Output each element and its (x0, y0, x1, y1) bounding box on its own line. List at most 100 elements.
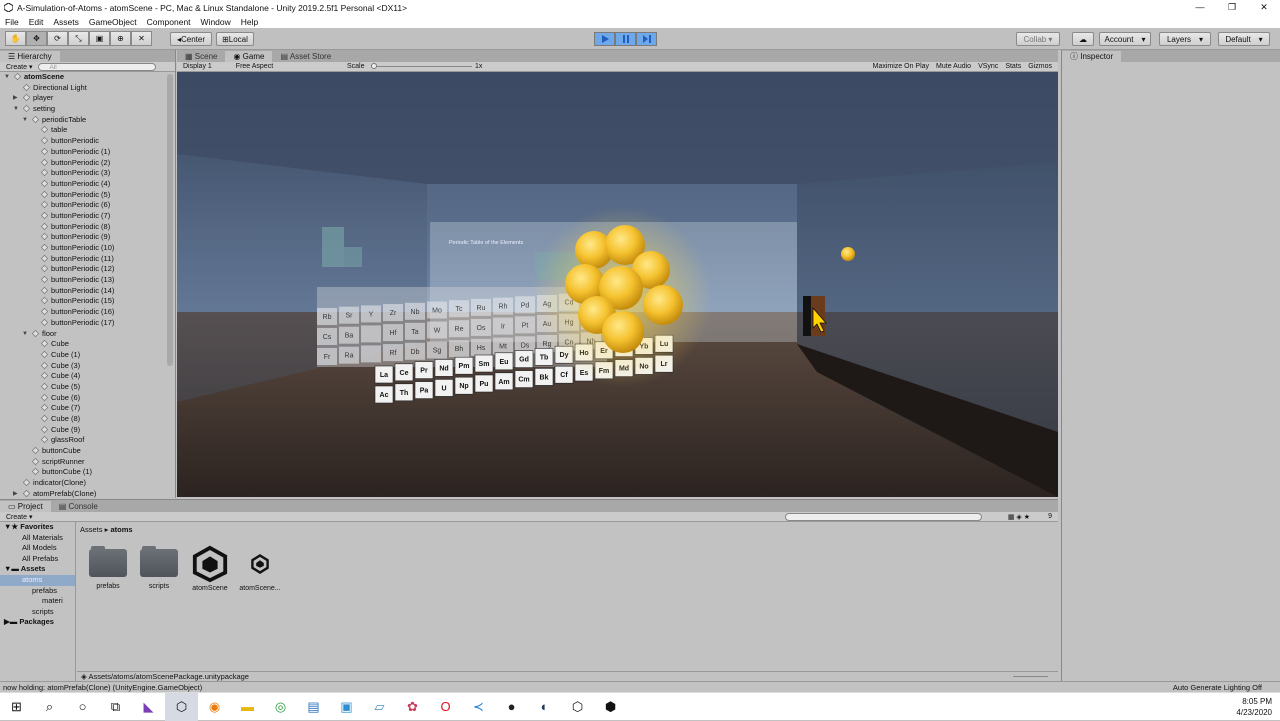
chrome-icon[interactable]: ◎ (264, 693, 297, 721)
menu-gameobject[interactable]: GameObject (84, 17, 142, 27)
hierarchy-item[interactable]: buttonPeriodic (7) (0, 211, 175, 222)
hierarchy-item[interactable]: buttonPeriodic (12) (0, 264, 175, 275)
cloud-button[interactable]: ☁ (1072, 32, 1094, 46)
hierarchy-tab[interactable]: ☰ Hierarchy (0, 51, 60, 62)
hierarchy-item[interactable]: Cube (0, 339, 175, 350)
collapse-arrow-icon[interactable]: ▶ (13, 489, 18, 500)
hierarchy-item[interactable]: buttonPeriodic (3) (0, 168, 175, 179)
close-button[interactable]: ✕ (1248, 0, 1280, 15)
gizmos-toggle[interactable]: Gizmos (1028, 63, 1052, 70)
explorer-window-icon[interactable]: ▤ (297, 693, 330, 721)
task-view-icon[interactable]: ⧉ (99, 693, 132, 721)
hierarchy-item[interactable]: indicator(Clone) (0, 478, 175, 489)
display-dropdown[interactable]: Display 1 (177, 63, 218, 70)
hierarchy-item[interactable]: ▼ atomScene (0, 72, 175, 83)
hierarchy-item[interactable]: Cube (3) (0, 361, 175, 372)
menu-assets[interactable]: Assets (48, 17, 84, 27)
folder-scripts[interactable]: scripts (0, 607, 75, 618)
asset-scripts[interactable]: scripts (134, 545, 184, 590)
folder-materials[interactable]: materi (0, 596, 75, 607)
space-local-toggle[interactable]: ⊞ Local (216, 32, 254, 46)
game-viewport[interactable]: RbSrYZrNbMoTcRuRhPdAgCdInCsBaHfTaWReOsIr… (177, 72, 1058, 497)
hierarchy-item[interactable]: buttonPeriodic (5) (0, 190, 175, 201)
menu-component[interactable]: Component (142, 17, 196, 27)
rotate-tool-icon[interactable]: ⟳ (47, 31, 68, 46)
hierarchy-item[interactable]: buttonPeriodic (10) (0, 243, 175, 254)
minimize-button[interactable]: — (1184, 0, 1216, 15)
hierarchy-item[interactable]: buttonPeriodic (11) (0, 254, 175, 265)
favorite-item[interactable]: All Models (0, 543, 75, 554)
tab-project[interactable]: ▭ Project (0, 501, 51, 512)
stats-toggle[interactable]: Stats (1005, 63, 1021, 70)
project-search-input[interactable] (785, 512, 982, 521)
hierarchy-create-button[interactable]: Create ▾ (0, 63, 38, 71)
hierarchy-item[interactable]: Cube (8) (0, 414, 175, 425)
hierarchy-item[interactable]: buttonPeriodic (17) (0, 318, 175, 329)
scale-tool-icon[interactable]: ⤡ (68, 31, 89, 46)
pivot-center-toggle[interactable]: ◂ Center (170, 32, 212, 46)
layout-dropdown[interactable]: Default ▾ (1218, 32, 1270, 46)
asset-atomscene[interactable]: atomScene (185, 545, 235, 592)
menu-edit[interactable]: Edit (24, 17, 49, 27)
hierarchy-item[interactable]: buttonPeriodic (16) (0, 307, 175, 318)
hierarchy-item[interactable]: buttonPeriodic (8) (0, 222, 175, 233)
breadcrumb-assets[interactable]: Assets (80, 525, 103, 534)
pause-button[interactable] (615, 32, 636, 46)
menu-file[interactable]: File (0, 17, 24, 27)
steam-icon[interactable]: ◐ (528, 693, 561, 721)
packages-header[interactable]: ▶▬ Packages (0, 617, 75, 628)
collab-dropdown[interactable]: Collab ▾ (1016, 32, 1060, 46)
play-button[interactable] (594, 32, 615, 46)
hierarchy-item[interactable]: Cube (4) (0, 371, 175, 382)
hierarchy-item[interactable]: buttonPeriodic (13) (0, 275, 175, 286)
menu-window[interactable]: Window (196, 17, 236, 27)
hierarchy-item[interactable]: buttonPeriodic (6) (0, 200, 175, 211)
collapse-arrow-icon[interactable]: ▶ (13, 93, 18, 104)
vscode-icon[interactable]: ≺ (462, 693, 495, 721)
visual-studio-icon[interactable]: ◣ (132, 693, 165, 721)
step-button[interactable] (636, 32, 657, 46)
unity-icon[interactable]: ⬡ (165, 692, 198, 721)
hierarchy-item[interactable]: Directional Light (0, 83, 175, 94)
transform-tool-icon[interactable]: ⊕ (110, 31, 131, 46)
hierarchy-item[interactable]: scriptRunner (0, 457, 175, 468)
windows-start-icon[interactable]: ⊞ (0, 693, 33, 721)
breadcrumb-atoms[interactable]: atoms (110, 525, 132, 534)
cortana-icon[interactable]: ○ (66, 693, 99, 721)
custom-tool-icon[interactable]: ✕ (131, 31, 152, 46)
hierarchy-item[interactable]: table (0, 125, 175, 136)
notepad-icon[interactable]: ▱ (363, 693, 396, 721)
rect-tool-icon[interactable]: ▣ (89, 31, 110, 46)
account-dropdown[interactable]: Account ▾ (1099, 32, 1151, 46)
favorites-header[interactable]: ▼★ Favorites (0, 522, 75, 533)
hierarchy-item[interactable]: buttonPeriodic (4) (0, 179, 175, 190)
hierarchy-item[interactable]: buttonCube (1) (0, 467, 175, 478)
hierarchy-item[interactable]: buttonPeriodic (2) (0, 158, 175, 169)
menu-help[interactable]: Help (236, 17, 263, 27)
hierarchy-item[interactable]: Cube (6) (0, 393, 175, 404)
favorite-item[interactable]: All Prefabs (0, 554, 75, 565)
unity-hub-icon[interactable]: ⬡ (561, 693, 594, 721)
tab-asset-store[interactable]: ▤ Asset Store (272, 51, 339, 62)
layers-dropdown[interactable]: Layers ▾ (1159, 32, 1211, 46)
maximize-button[interactable]: ❐ (1216, 0, 1248, 15)
assets-header[interactable]: ▼▬ Assets (0, 564, 75, 575)
paint-icon[interactable]: ✿ (396, 693, 429, 721)
unity2-icon[interactable]: ⬢ (594, 693, 627, 721)
tab-game[interactable]: ◉ Game (225, 51, 273, 62)
hierarchy-item[interactable]: Cube (1) (0, 350, 175, 361)
hierarchy-item[interactable]: ▶ player (0, 93, 175, 104)
inspector-tab[interactable]: ⓘ Inspector (1062, 51, 1122, 62)
hierarchy-item[interactable]: buttonPeriodic (14) (0, 286, 175, 297)
obs-icon[interactable]: ● (495, 693, 528, 721)
hierarchy-item[interactable]: Cube (9) (0, 425, 175, 436)
scale-slider[interactable] (372, 66, 472, 67)
search-icon[interactable]: ⌕ (33, 693, 66, 721)
blender-icon[interactable]: ◉ (198, 693, 231, 721)
hierarchy-search-input[interactable]: All (38, 62, 157, 71)
expand-arrow-icon[interactable]: ▼ (22, 115, 28, 126)
tab-console[interactable]: ▤ Console (51, 501, 106, 512)
icon-size-slider[interactable] (1013, 676, 1048, 677)
expand-arrow-icon[interactable]: ▼ (22, 329, 28, 340)
hierarchy-item[interactable]: Cube (5) (0, 382, 175, 393)
